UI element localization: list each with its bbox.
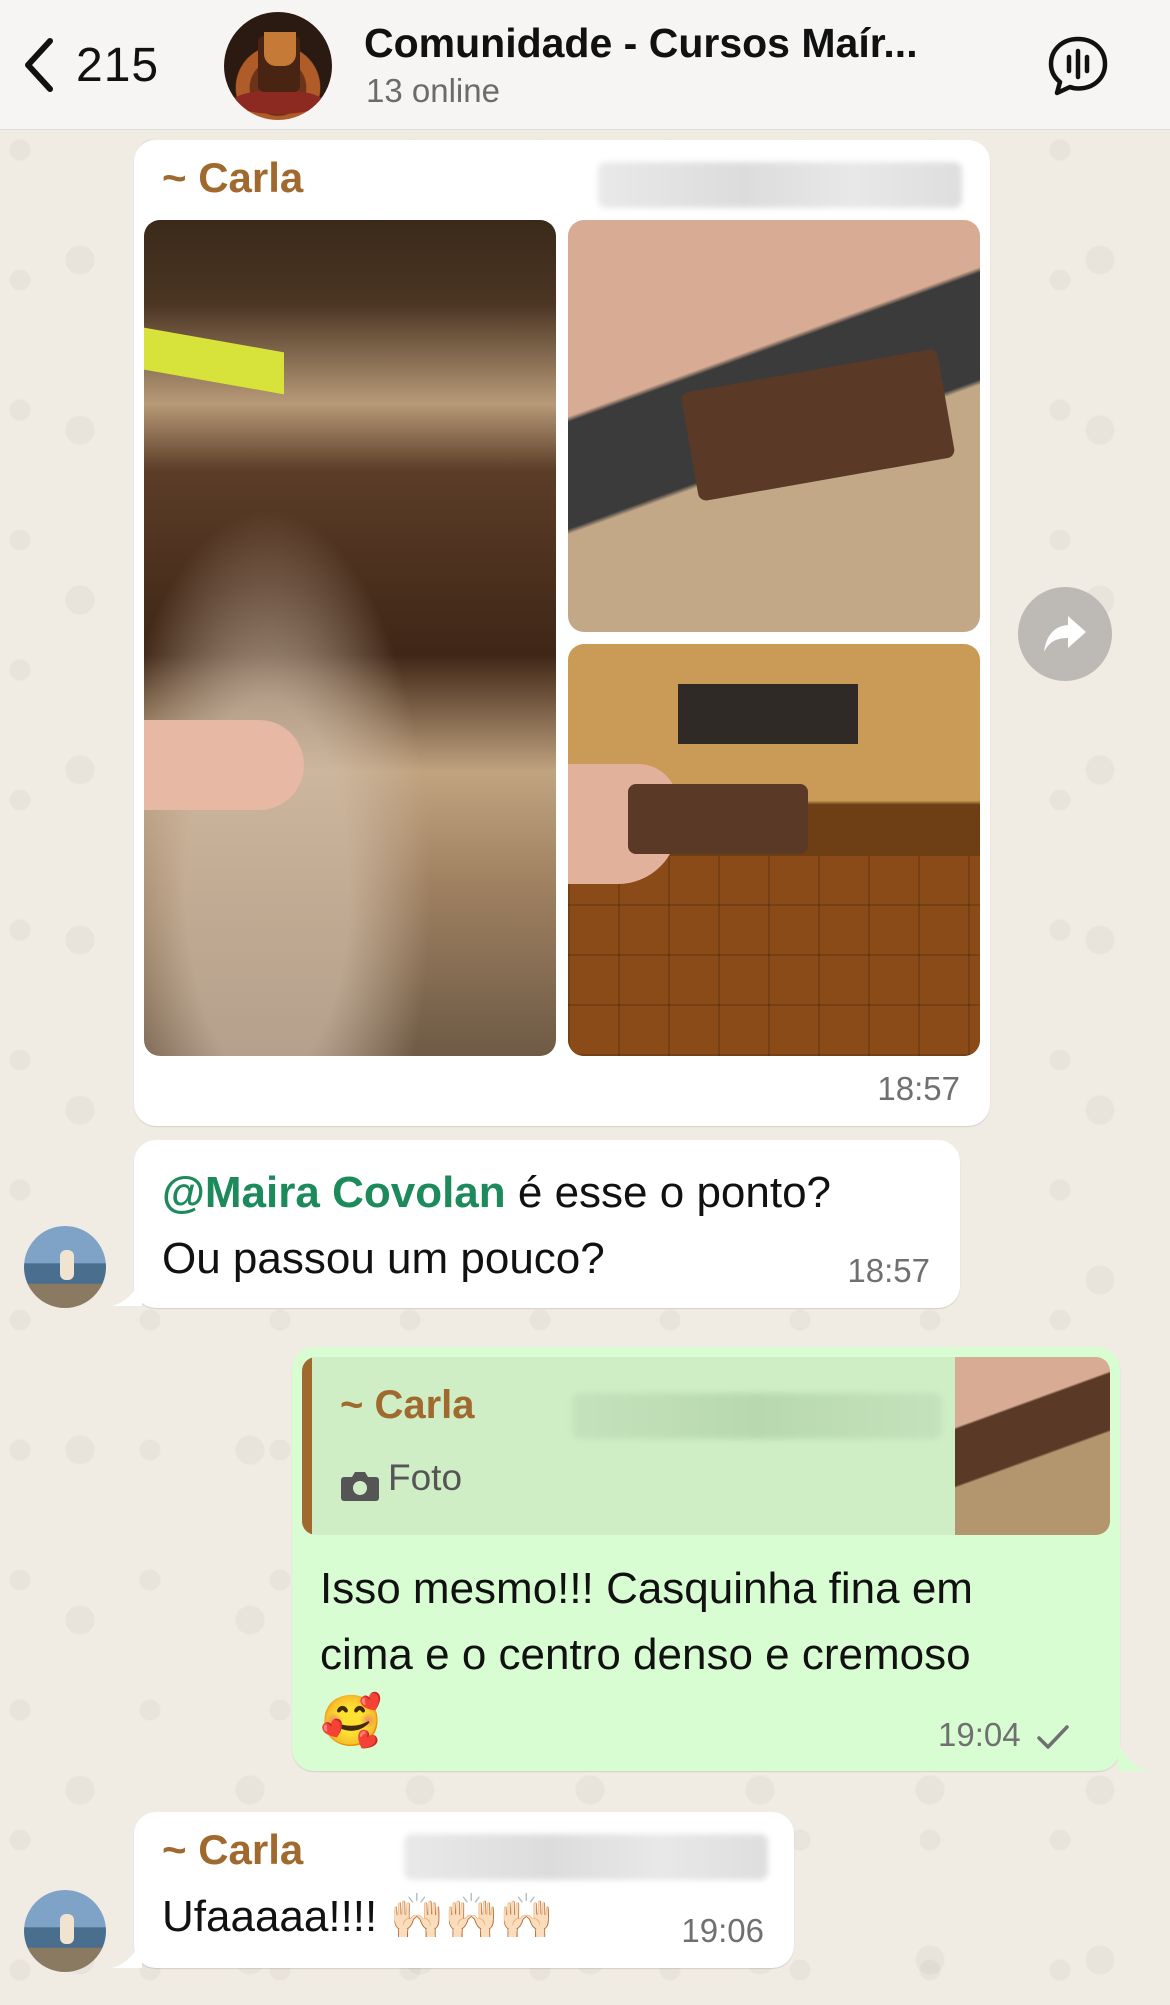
- sender-avatar[interactable]: [24, 1890, 106, 1972]
- bubble-tail: [112, 1938, 142, 1968]
- quoted-type-label: Foto: [388, 1457, 463, 1498]
- photo-brownie-2[interactable]: [568, 220, 980, 632]
- message-time: 19:06: [681, 1912, 764, 1949]
- sender-phone-blurred: [404, 1834, 768, 1880]
- bubble-tail-out: [1118, 1741, 1148, 1771]
- message-text: @Maira Covolan é esse o ponto? Ou passou…: [162, 1168, 832, 1283]
- group-avatar[interactable]: [224, 12, 332, 120]
- text-message[interactable]: ~ Carla Ufaaaaa!!!! 🙌🏻🙌🏻🙌🏻 19:06: [134, 1812, 794, 1968]
- quoted-content: Foto: [340, 1457, 462, 1502]
- group-title[interactable]: Comunidade - Cursos Maír...: [364, 20, 954, 67]
- quoted-sender: ~ Carla: [340, 1383, 475, 1427]
- forward-button[interactable]: [1018, 587, 1112, 681]
- voice-chat-icon[interactable]: [1046, 34, 1110, 98]
- message-sender: ~ Carla: [162, 1826, 304, 1873]
- message-text: Ufaaaaa!!!! 🙌🏻🙌🏻🙌🏻: [162, 1892, 554, 1941]
- sender-avatar[interactable]: [24, 1226, 106, 1308]
- quoted-phone-blurred: [572, 1393, 942, 1439]
- back-button[interactable]: 215: [22, 34, 159, 96]
- unread-count: 215: [76, 38, 160, 92]
- message-time: 18:57: [877, 1070, 960, 1107]
- message-time: 18:57: [847, 1252, 930, 1289]
- photo-brownie-3[interactable]: [568, 644, 980, 1056]
- camera-icon: [341, 1471, 379, 1501]
- bubble-tail: [112, 1276, 142, 1306]
- quoted-photo-thumbnail: [955, 1357, 1110, 1535]
- sent-check-icon: [1037, 1725, 1069, 1750]
- sender-phone-blurred: [598, 162, 962, 208]
- chat-header: 215 Comunidade - Cursos Maír... 13 onlin…: [0, 0, 1170, 130]
- message-time: 19:04: [938, 1716, 1070, 1754]
- forward-icon: [1044, 616, 1086, 652]
- message-sender: ~ Carla: [162, 154, 304, 201]
- photo-album-message[interactable]: ~ Carla 18:57: [134, 140, 990, 1126]
- online-status: 13 online: [366, 72, 500, 109]
- chevron-left-icon: [25, 38, 53, 92]
- quoted-message[interactable]: ~ Carla Foto: [302, 1357, 1110, 1535]
- text-message[interactable]: @Maira Covolan é esse o ponto? Ou passou…: [134, 1140, 960, 1308]
- photo-brownie-1[interactable]: [144, 220, 556, 1056]
- mention-link[interactable]: @Maira Covolan: [162, 1168, 506, 1217]
